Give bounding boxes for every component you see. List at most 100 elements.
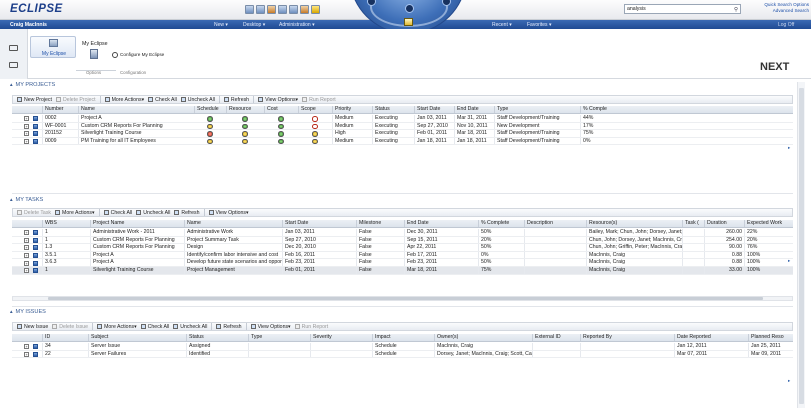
table-row[interactable]: +201152 Silverlight Training Course High Ex…: [12, 130, 793, 138]
table-row[interactable]: +1 Administrative Work - 2011 Administrati…: [12, 229, 793, 237]
collapse-icon[interactable]: ▲: [9, 309, 14, 314]
table-row[interactable]: + WF-0001 Custom CRM Reports For Planning M…: [12, 122, 793, 131]
column-header[interactable]: Planned Reso: [748, 334, 793, 341]
quick-launch-people-icon[interactable]: [289, 5, 298, 14]
column-header[interactable]: Status: [186, 334, 248, 341]
row-expand-icon[interactable]: +: [24, 230, 29, 236]
uncheck-all-button[interactable]: Uncheck All: [136, 210, 170, 216]
column-header[interactable]: Start Date: [282, 220, 356, 227]
more-actions-button[interactable]: More Actions ▾: [104, 97, 144, 103]
delete-issue-button[interactable]: Delete Issue: [52, 324, 88, 330]
table-row[interactable]: +0009 PM Training for all IT Employees Med…: [12, 137, 793, 146]
table-row[interactable]: +1 Silverlight Training Course Project Man…: [12, 267, 793, 275]
refresh-button[interactable]: Refresh: [223, 97, 249, 103]
column-header[interactable]: Status: [372, 106, 414, 113]
column-header[interactable]: Milestone: [356, 220, 404, 227]
column-header[interactable]: Type: [494, 106, 580, 113]
column-header[interactable]: Type: [248, 334, 310, 341]
quick-launch-report-icon[interactable]: [300, 5, 309, 14]
new-issue-button[interactable]: New Issue: [17, 324, 48, 330]
nav-favorites-menu[interactable]: Favorites ▾: [527, 22, 551, 28]
tasks-horizontal-scrollbar[interactable]: [12, 296, 793, 301]
column-header[interactable]: Resource: [226, 106, 264, 113]
more-actions-button[interactable]: More Actions ▾: [55, 210, 95, 216]
tasks-section-header[interactable]: ▲ MY TASKS: [9, 197, 43, 203]
column-header[interactable]: Cost: [264, 106, 298, 113]
row-expand-icon[interactable]: +: [24, 123, 29, 129]
orb-center-icon[interactable]: [405, 4, 414, 13]
column-header[interactable]: Duration: [704, 220, 744, 227]
view-options-button[interactable]: View Options ▾: [258, 97, 298, 103]
refresh-button[interactable]: Refresh: [174, 210, 200, 216]
column-header[interactable]: Reported By: [580, 334, 674, 341]
quick-launch-chart-icon[interactable]: [267, 5, 276, 14]
table-row[interactable]: +3.5.1 Project A Identify/confirm labor in…: [12, 251, 793, 260]
advanced-search-link[interactable]: Advanced Search: [746, 8, 809, 14]
row-expand-icon[interactable]: +: [24, 131, 29, 137]
quick-launch-home-icon[interactable]: [245, 5, 254, 14]
options-icon[interactable]: [90, 49, 98, 59]
gear-icon[interactable]: [112, 52, 118, 58]
column-header[interactable]: Severity: [310, 334, 372, 341]
more-actions-button[interactable]: More Actions ▾: [97, 324, 137, 330]
column-header[interactable]: Name: [184, 220, 282, 227]
uncheck-all-button[interactable]: Uncheck All: [173, 324, 207, 330]
table-row[interactable]: +0002 Project A Medium Executing Jan 03, 201…: [12, 115, 793, 123]
projects-scroll-arrow-icon[interactable]: ▸: [788, 145, 790, 151]
column-header[interactable]: % Complete: [478, 220, 524, 227]
quick-launch-calendar-icon[interactable]: [278, 5, 287, 14]
tasks-scroll-arrow-icon[interactable]: ▸: [788, 258, 790, 264]
table-row[interactable]: +22 Server Failures Identified Schedule Dors…: [12, 350, 793, 359]
scrollbar-thumb[interactable]: [799, 88, 804, 404]
view-options-button[interactable]: View Options ▾: [208, 210, 249, 216]
nav-new-menu[interactable]: New ▾: [214, 22, 228, 28]
column-header[interactable]: End Date: [454, 106, 494, 113]
row-expand-icon[interactable]: +: [24, 344, 29, 350]
table-row[interactable]: +1 Custom CRM Reports For Planning Project…: [12, 236, 793, 245]
column-header[interactable]: Description: [524, 220, 586, 227]
quick-launch-grid-icon[interactable]: [256, 5, 265, 14]
configure-my-eclipse-button[interactable]: Configure My Eclipse: [120, 52, 164, 57]
column-header[interactable]: Expected Work: [744, 220, 793, 227]
row-expand-icon[interactable]: +: [24, 116, 29, 122]
rail-monitor-icon[interactable]: [9, 45, 18, 51]
orb-right-icon[interactable]: [442, 0, 451, 6]
column-header[interactable]: Number: [42, 106, 78, 113]
delete-task-button[interactable]: Delete Task: [17, 210, 51, 216]
column-header[interactable]: Name: [78, 106, 194, 113]
check-all-button[interactable]: Check All: [103, 210, 132, 216]
column-header[interactable]: % Comple: [580, 106, 640, 113]
row-expand-icon[interactable]: +: [24, 237, 29, 243]
column-header[interactable]: End Date: [404, 220, 478, 227]
page-vertical-scrollbar[interactable]: [797, 82, 805, 408]
table-row[interactable]: +3.6.3 Project A Develop future state scen…: [12, 259, 793, 267]
uncheck-all-button[interactable]: Uncheck All: [180, 97, 215, 103]
run-report-button[interactable]: Run Report: [294, 324, 328, 330]
nav-desktop-menu[interactable]: Desktop ▾: [243, 22, 265, 28]
issues-scroll-arrow-icon[interactable]: ▸: [788, 378, 790, 384]
issues-section-header[interactable]: ▲ MY ISSUES: [9, 309, 46, 315]
quick-launch-folder-icon[interactable]: [311, 5, 320, 14]
projects-splitter[interactable]: [12, 193, 793, 194]
row-expand-icon[interactable]: +: [24, 268, 29, 274]
row-expand-icon[interactable]: +: [24, 139, 29, 145]
rail-window-icon[interactable]: [9, 62, 18, 68]
new-project-button[interactable]: New Project: [17, 97, 52, 103]
table-row[interactable]: +1.3 Custom CRM Reports For Planning Desig…: [12, 244, 793, 252]
quick-search-input[interactable]: analysis ⚲: [624, 4, 741, 14]
check-all-button[interactable]: Check All: [148, 97, 177, 103]
tasks-splitter[interactable]: [12, 306, 793, 307]
row-expand-icon[interactable]: +: [24, 351, 29, 357]
column-header[interactable]: Priority: [332, 106, 372, 113]
view-options-button[interactable]: View Options ▾: [250, 324, 291, 330]
column-header[interactable]: External ID: [532, 334, 580, 341]
column-header[interactable]: Task (: [682, 220, 704, 227]
nav-recent-menu[interactable]: Recent ▾: [492, 22, 512, 28]
column-header[interactable]: Owner(s): [434, 334, 532, 341]
table-row[interactable]: +34 Server Issue Assigned Schedule MacInnis,…: [12, 343, 793, 351]
column-header[interactable]: WBS: [42, 220, 90, 227]
column-header[interactable]: Impact: [372, 334, 434, 341]
column-header[interactable]: Resource(s): [586, 220, 682, 227]
column-header[interactable]: Subject: [88, 334, 186, 341]
collapse-icon[interactable]: ▲: [9, 197, 14, 202]
